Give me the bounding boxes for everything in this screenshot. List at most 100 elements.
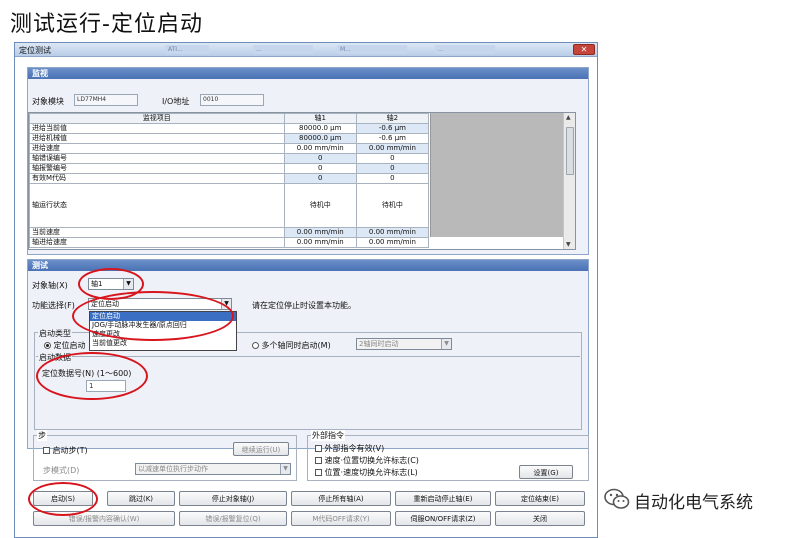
start-type-positioning[interactable]: 定位启动 <box>44 340 86 351</box>
skip-button[interactable]: 跳过(K) <box>107 491 175 506</box>
chevron-down-icon: ▼ <box>123 279 133 289</box>
positioning-end-button[interactable]: 定位结束(E) <box>495 491 585 506</box>
target-axis-value: 轴1 <box>91 280 103 288</box>
row-label: 轴报警编号 <box>29 163 285 174</box>
empty-axis-area <box>430 113 575 237</box>
start-data-label: 启动数据 <box>38 352 72 363</box>
io-address-field: 0010 <box>200 94 264 106</box>
function-option[interactable]: JOG/手动脉冲发生器/原点回归 <box>90 321 236 330</box>
table-row: 进给速度 0.00 mm/min 0.00 mm/min <box>29 143 430 154</box>
title-bar[interactable]: 定位测试 ATI... ... M... ... ✕ <box>15 43 597 57</box>
continue-run-button[interactable]: 继续运行(U) <box>233 442 289 456</box>
target-axis-label: 对象轴(X) <box>32 281 68 290</box>
chevron-down-icon: ▼ <box>441 339 451 349</box>
stop-target-axis-button[interactable]: 停止对象轴(J) <box>179 491 287 506</box>
function-option[interactable]: 速度更改 <box>90 330 236 339</box>
axis1-value: 80000.0 μm <box>283 123 357 134</box>
step-mode-value: 以减速单位执行步动作 <box>138 465 208 473</box>
stop-all-axes-button[interactable]: 停止所有轴(A) <box>291 491 391 506</box>
close-button[interactable]: 关闭 <box>495 511 585 526</box>
target-axis-select[interactable]: 轴1 ▼ <box>88 278 134 290</box>
divider <box>36 356 580 357</box>
axis2-value: 0.00 mm/min <box>355 143 430 154</box>
background-tab: ... <box>435 45 495 54</box>
row-label: 进给当前值 <box>29 123 285 134</box>
slide-title: 测试运行-定位启动 <box>10 12 203 37</box>
chevron-down-icon: ▼ <box>280 464 290 474</box>
table-row: 轴进给速度 0.00 mm/min 0.00 mm/min <box>29 237 430 248</box>
row-label: 进给机械值 <box>29 133 285 144</box>
scroll-thumb[interactable] <box>566 127 574 175</box>
position-data-number-input[interactable]: 1 <box>86 380 126 392</box>
position-data-number-label: 定位数据号(N) (1～600) <box>42 369 132 378</box>
axis1-value: 待机中 <box>283 183 357 228</box>
checkbox-icon <box>315 457 322 464</box>
axis2-value: 0.00 mm/min <box>355 237 430 248</box>
monitor-table: 监视项目 轴1 轴2 进给当前值 80000.0 μm -0.6 μm 进给机械… <box>28 112 576 250</box>
table-row: 有效M代码 0 0 <box>29 173 430 184</box>
chevron-down-icon: ▼ <box>221 299 231 309</box>
start-button[interactable]: 启动(S) <box>33 491 93 506</box>
start-step-checkbox[interactable]: 启动步(T) <box>43 445 88 456</box>
axis1-value: 0.00 mm/min <box>283 143 357 154</box>
axis1-value: 0 <box>283 163 357 174</box>
external-command-valid-checkbox[interactable]: 外部指令有效(V) <box>315 443 384 454</box>
axis2-value: -0.6 μm <box>355 133 430 144</box>
col-header-item: 监视项目 <box>29 113 285 124</box>
axis2-value: 0 <box>355 173 430 184</box>
module-field: LD77MH4 <box>74 94 138 106</box>
settings-button[interactable]: 设置(G) <box>519 465 573 479</box>
position-speed-switch-label: 位置·速度切换允许标志(L) <box>324 468 418 477</box>
axis2-value: 0.00 mm/min <box>355 227 430 238</box>
position-speed-switch-checkbox[interactable]: 位置·速度切换允许标志(L) <box>315 467 418 478</box>
axis1-value: 0 <box>283 173 357 184</box>
function-select[interactable]: 定位启动 ▼ <box>88 298 232 310</box>
step-mode-select[interactable]: 以减速单位执行步动作 ▼ <box>135 463 291 475</box>
background-tab: ... <box>253 45 313 54</box>
axis2-value: 0 <box>355 153 430 164</box>
start-type-multi-axis[interactable]: 多个轴同时启动(M) <box>252 340 331 351</box>
table-row: 进给机械值 80000.0 μm -0.6 μm <box>29 133 430 144</box>
start-type-multi-axis-label: 多个轴同时启动(M) <box>261 341 331 350</box>
error-alarm-confirm-button[interactable]: 错误/报警内容确认(W) <box>33 511 175 526</box>
scroll-up-icon[interactable]: ▲ <box>566 114 571 121</box>
external-command-label: 外部指令 <box>311 430 345 441</box>
checkbox-icon <box>43 447 50 454</box>
row-label: 当前速度 <box>29 227 285 238</box>
function-options-list[interactable]: 定位启动 JOG/手动脉冲发生器/原点回归 速度更改 当前值更改 <box>89 311 237 351</box>
start-step-label: 启动步(T) <box>52 446 88 455</box>
servo-on-off-request-button[interactable]: 伺服ON/OFF请求(Z) <box>395 511 491 526</box>
step-mode-label: 步模式(D) <box>43 466 80 475</box>
axis2-value: 待机中 <box>355 183 430 228</box>
function-option[interactable]: 定位启动 <box>90 312 236 321</box>
table-row: 当前速度 0.00 mm/min 0.00 mm/min <box>29 227 430 238</box>
row-label: 有效M代码 <box>29 173 285 184</box>
row-label: 进给速度 <box>29 143 285 154</box>
col-header-axis1: 轴1 <box>283 113 357 124</box>
error-alarm-reset-button[interactable]: 错误/报警复位(Q) <box>179 511 287 526</box>
positioning-test-window: 定位测试 ATI... ... M... ... ✕ 监视 对象模块 LD77M… <box>14 42 598 538</box>
radio-unselected-icon <box>252 342 259 349</box>
start-type-label: 启动类型 <box>38 328 72 339</box>
close-window-button[interactable]: ✕ <box>573 44 595 55</box>
monitor-panel: 监视 对象模块 LD77MH4 I/O地址 0010 监视项目 轴1 轴2 进给… <box>27 67 589 255</box>
monitor-scrollbar[interactable]: ▲ ▼ <box>563 113 575 249</box>
watermark-text: 自动化电气系统 <box>634 493 753 513</box>
m-code-off-request-button[interactable]: M代码OFF请求(Y) <box>291 511 391 526</box>
checkbox-icon <box>315 469 322 476</box>
module-label: 对象模块 <box>32 97 64 106</box>
simultaneous-axes-select[interactable]: 2轴同时启动 ▼ <box>356 338 452 350</box>
speed-position-switch-checkbox[interactable]: 速度·位置切换允许标志(C) <box>315 455 419 466</box>
scroll-down-icon[interactable]: ▼ <box>566 241 571 248</box>
axis1-value: 0.00 mm/min <box>283 237 357 248</box>
step-group-label: 步 <box>37 430 47 441</box>
function-option[interactable]: 当前值更改 <box>90 339 236 348</box>
restart-stopped-axis-button[interactable]: 重新启动停止轴(E) <box>395 491 491 506</box>
background-tab: M... <box>337 45 407 54</box>
test-section-header: 测试 <box>28 260 588 271</box>
axis1-value: 0 <box>283 153 357 164</box>
function-select-label: 功能选择(F) <box>32 301 75 310</box>
axis1-value: 0.00 mm/min <box>283 227 357 238</box>
axis2-value: 0 <box>355 163 430 174</box>
wechat-logo-icon <box>604 488 630 509</box>
